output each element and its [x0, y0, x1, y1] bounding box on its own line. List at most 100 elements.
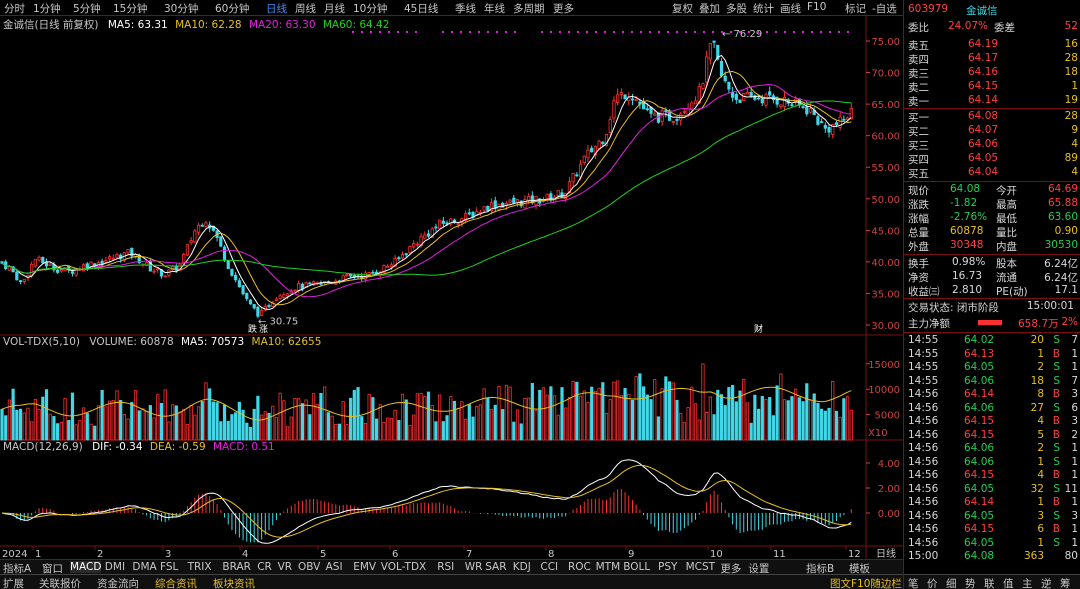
period-tab[interactable]: 10分钟 [353, 1, 387, 16]
quote-tab-4[interactable]: 联 [984, 576, 995, 589]
indicator-tab[interactable]: EMV [353, 561, 376, 573]
volume-bar [81, 407, 86, 441]
bottom-tab[interactable]: 关联报价 [39, 576, 81, 589]
volume-bar [497, 386, 501, 441]
quote-tab-7[interactable]: 逆 [1041, 576, 1052, 589]
period-tab[interactable]: 月线 [324, 1, 345, 16]
toolbar-button[interactable]: 复权 [672, 1, 693, 16]
indicator-tab[interactable]: CR [257, 561, 272, 573]
macd-dif: DIF: -0.34 [92, 441, 143, 453]
signal-dot [460, 31, 462, 33]
period-tab[interactable]: 日线 [266, 1, 287, 16]
indicator-tab[interactable]: CCI [540, 561, 558, 573]
period-tab[interactable]: 年线 [484, 1, 505, 16]
tick-price: 64.13 [964, 347, 995, 360]
toolbar-button[interactable]: 标记 [845, 1, 866, 16]
toolbar-button[interactable]: 叠加 [699, 1, 720, 16]
volume-bar [26, 407, 30, 441]
period-tab[interactable]: 多周期 [513, 1, 545, 16]
indicator-tab[interactable]: BOLL [623, 561, 650, 573]
volume-bar [452, 400, 457, 441]
volume-bar [230, 414, 234, 441]
period-tab[interactable]: 45日线 [404, 1, 438, 16]
period-tab[interactable]: 60分钟 [215, 1, 249, 16]
volume-bar [708, 396, 712, 441]
period-tab[interactable]: 周线 [295, 1, 316, 16]
volume-bar [501, 409, 505, 441]
period-tab[interactable]: 5分钟 [73, 1, 101, 16]
volume-bar [44, 389, 49, 441]
bottom-tab[interactable]: 综合资讯 [155, 576, 197, 589]
toolbar-button[interactable]: 画线 [780, 1, 801, 16]
indicator-tab[interactable]: SAR [485, 561, 506, 573]
quote-tab-3[interactable]: 势 [965, 576, 976, 589]
bottom-tab[interactable]: 板块资讯 [213, 576, 255, 589]
indicator-tab[interactable]: DMA [132, 561, 156, 573]
signal-dot [802, 31, 804, 33]
volume-bar [163, 389, 167, 441]
volume-bar [323, 386, 327, 441]
indicator-tab[interactable]: WR [465, 561, 483, 573]
stat-label: 量比 [996, 227, 1017, 239]
toolbar-button[interactable]: -自选 [872, 1, 897, 16]
indicator-tab[interactable]: BRAR [222, 561, 251, 573]
quote-tab-0[interactable]: 笔 [908, 576, 919, 589]
volume-bar [271, 405, 275, 441]
indicator-tab[interactable]: OBV [298, 561, 320, 573]
toolbar-button[interactable]: 多股 [726, 1, 747, 16]
quote-tab-6[interactable]: 主 [1022, 576, 1033, 589]
indicator-tab[interactable]: MCST [686, 561, 715, 573]
volume-bar [222, 404, 227, 441]
indicator-tab[interactable]: VR [278, 561, 292, 573]
indicator-tab[interactable]: PSY [658, 561, 677, 573]
period-tab[interactable]: 30分钟 [164, 1, 198, 16]
stat-row: 现价 64.08 今开 64.69 [908, 183, 1080, 197]
tick-volume: 5 [1037, 428, 1044, 441]
candle-body [508, 199, 512, 203]
toolbar-button[interactable]: F10 [807, 1, 826, 13]
volume-bar [133, 390, 138, 441]
candle-body [107, 256, 112, 260]
indicator-tab[interactable]: TRIX [188, 561, 212, 573]
kline-chart[interactable]: 75.00 70.00 65.00 60.00 55.00 50.00 45.00 40.00… [0, 16, 903, 561]
signal-dot [406, 31, 408, 33]
volume-bar [419, 393, 423, 441]
indicator-tab[interactable]: FSL [160, 561, 178, 573]
period-tab[interactable]: 分时 [4, 1, 25, 16]
indicator-tab[interactable]: ASI [326, 561, 343, 573]
ask-label: 卖三 [908, 68, 929, 80]
tick-price: 64.06 [964, 442, 995, 454]
fin-label: 股本 [996, 258, 1017, 270]
period-tab[interactable]: 15分钟 [113, 1, 147, 16]
indicator-tab[interactable]: MTM [596, 561, 621, 573]
bottom-tab[interactable]: 扩展 [3, 576, 24, 589]
f10-sidebar-tab[interactable]: 图文F10随边栏 [830, 576, 902, 589]
indicator-tab[interactable]: DMI [105, 561, 125, 573]
quote-tab-5[interactable]: 值 [1003, 576, 1014, 589]
stat-value: 30530 [1044, 239, 1078, 251]
candle-body [727, 81, 731, 90]
indicator-tab[interactable]: VOL-TDX [381, 561, 426, 573]
quote-tab-8[interactable]: 筹 [1060, 576, 1071, 589]
period-tab[interactable]: 更多 [553, 1, 574, 16]
toolbar-button[interactable]: 统计 [753, 1, 774, 16]
indicator-tab[interactable]: RSI [437, 561, 454, 573]
tick-price: 64.08 [964, 550, 995, 562]
indicator-tab[interactable]: MACD [70, 561, 102, 573]
divider [904, 332, 1080, 333]
candle-body [115, 254, 119, 258]
period-tab[interactable]: 1分钟 [33, 1, 61, 16]
bid-volume: 28 [1064, 110, 1078, 122]
volume-bar [564, 407, 568, 441]
trade-status-row: 交易状态: 闭市阶段 15:00:01 [908, 300, 1080, 314]
period-tab[interactable]: 季线 [455, 1, 476, 16]
tick-direction: B [1052, 523, 1060, 535]
stat-label: 涨跌 [908, 199, 929, 211]
bottom-tab[interactable]: 资金流向 [97, 576, 139, 589]
volume-bar [22, 412, 26, 441]
indicator-tab[interactable]: KDJ [513, 561, 531, 573]
indicator-tab[interactable]: ROC [568, 561, 591, 573]
quote-tab-2[interactable]: 细 [946, 576, 957, 589]
signal-dot [505, 31, 507, 33]
quote-tab-1[interactable]: 价 [927, 576, 938, 589]
